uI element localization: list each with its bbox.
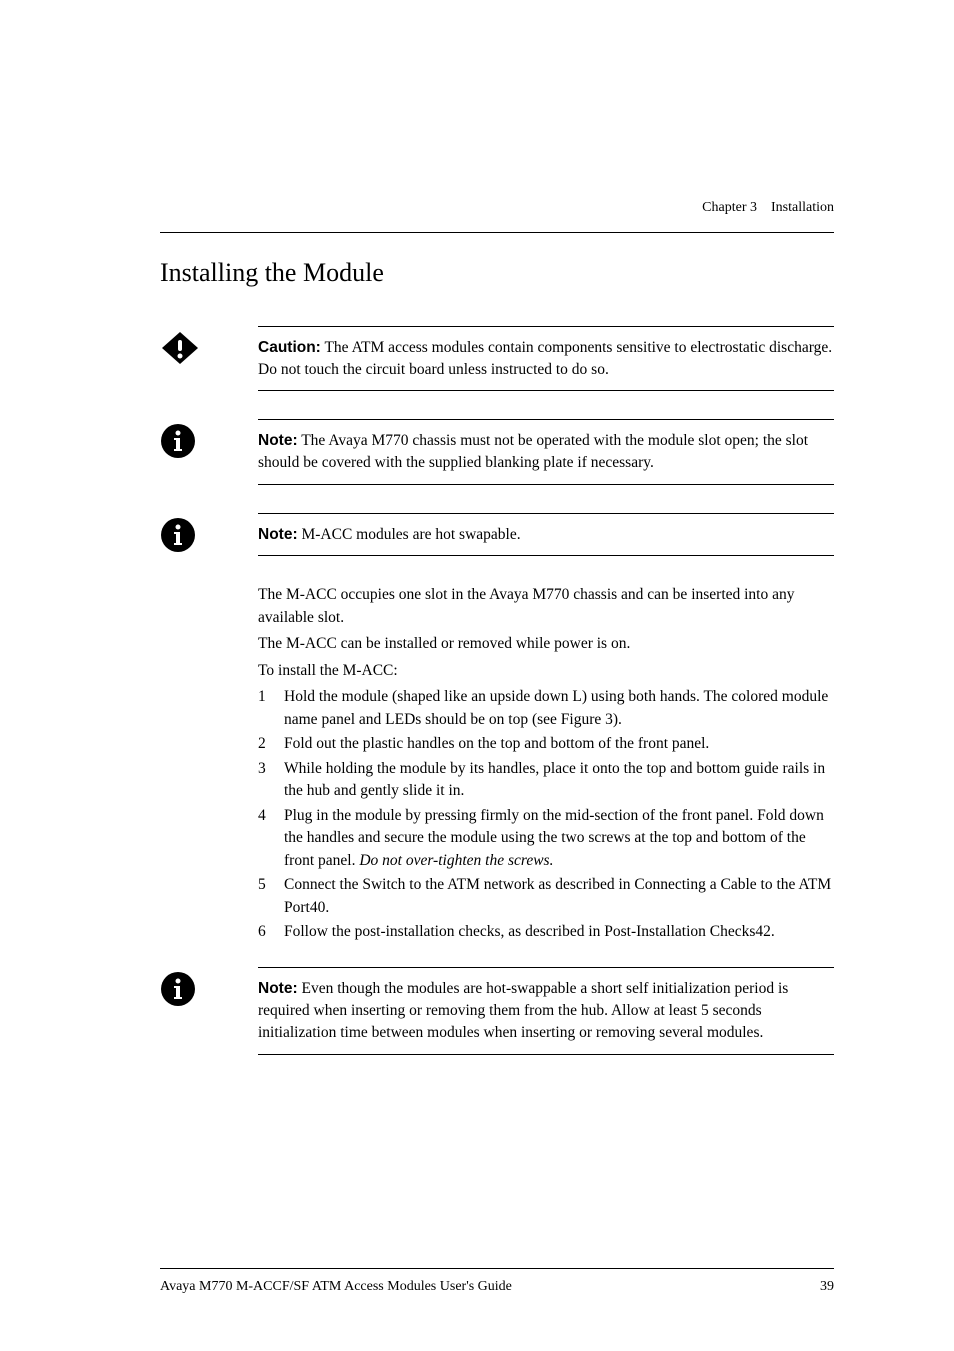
note-callout-3: Note: Even though the modules are hot-sw…	[160, 967, 834, 1054]
step-3: 3 While holding the module by its handle…	[258, 758, 834, 803]
note-callout-2: Note: M-ACC modules are hot swapable.	[160, 513, 834, 557]
caution-icon	[160, 330, 200, 366]
section-title: Installing the Module	[160, 258, 834, 288]
step-num: 2	[258, 733, 284, 755]
page-footer: Avaya M770 M-ACCF/SF ATM Access Modules …	[160, 1279, 834, 1295]
info-icon	[160, 423, 200, 459]
footer-page-number: 39	[820, 1279, 834, 1295]
step-4: 4 Plug in the module by pressing firmly …	[258, 805, 834, 872]
step-text: Follow the post-installation checks, as …	[284, 921, 834, 943]
footer-left: Avaya M770 M-ACCF/SF ATM Access Modules …	[160, 1279, 512, 1295]
step-6: 6 Follow the post-installation checks, a…	[258, 921, 834, 943]
step-5: 5 Connect the Switch to the ATM network …	[258, 874, 834, 919]
step-num: 5	[258, 874, 284, 919]
step-num: 3	[258, 758, 284, 803]
note-label-2: Note:	[258, 526, 298, 543]
caution-callout: Caution: The ATM access modules contain …	[160, 326, 834, 391]
note-text-1: The Avaya M770 chassis must not be opera…	[258, 432, 808, 471]
note-text-3: Even though the modules are hot-swappabl…	[258, 980, 788, 1040]
step-num: 1	[258, 686, 284, 731]
install-steps: 1 Hold the module (shaped like an upside…	[258, 686, 834, 943]
body-p2: The M-ACC can be installed or removed wh…	[258, 633, 834, 655]
step-text: Fold out the plastic handles on the top …	[284, 733, 834, 755]
note-label-3: Note:	[258, 980, 298, 997]
step-num: 4	[258, 805, 284, 872]
note-body-3: Note: Even though the modules are hot-sw…	[258, 967, 834, 1054]
caution-text: The ATM access modules contain component…	[258, 339, 832, 378]
step-text: Hold the module (shaped like an upside d…	[284, 686, 834, 731]
body-p1: The M-ACC occupies one slot in the Avaya…	[258, 584, 834, 629]
note-text-2: M-ACC modules are hot swapable.	[301, 526, 520, 543]
caution-body: Caution: The ATM access modules contain …	[258, 326, 834, 391]
caution-label: Caution:	[258, 339, 321, 356]
info-icon	[160, 971, 200, 1007]
note-callout-1: Note: The Avaya M770 chassis must not be…	[160, 419, 834, 484]
step-text: Plug in the module by pressing firmly on…	[284, 805, 834, 872]
chapter-title: Installation	[771, 200, 834, 215]
note-label-1: Note:	[258, 432, 298, 449]
header-rule	[160, 232, 834, 233]
step-2: 2 Fold out the plastic handles on the to…	[258, 733, 834, 755]
chapter-label: Chapter 3	[702, 200, 757, 215]
note-body-2: Note: M-ACC modules are hot swapable.	[258, 513, 834, 557]
footer-rule	[160, 1268, 834, 1269]
step-text-italic: Do not over-tighten the screws.	[359, 852, 553, 869]
note-body-1: Note: The Avaya M770 chassis must not be…	[258, 419, 834, 484]
info-icon	[160, 517, 200, 553]
step-text: Connect the Switch to the ATM network as…	[284, 874, 834, 919]
step-num: 6	[258, 921, 284, 943]
step-text: While holding the module by its handles,…	[284, 758, 834, 803]
step-1: 1 Hold the module (shaped like an upside…	[258, 686, 834, 731]
body-text: The M-ACC occupies one slot in the Avaya…	[258, 584, 834, 682]
body-p3: To install the M-ACC:	[258, 660, 834, 682]
page-header: Chapter 3 Installation	[702, 200, 834, 216]
